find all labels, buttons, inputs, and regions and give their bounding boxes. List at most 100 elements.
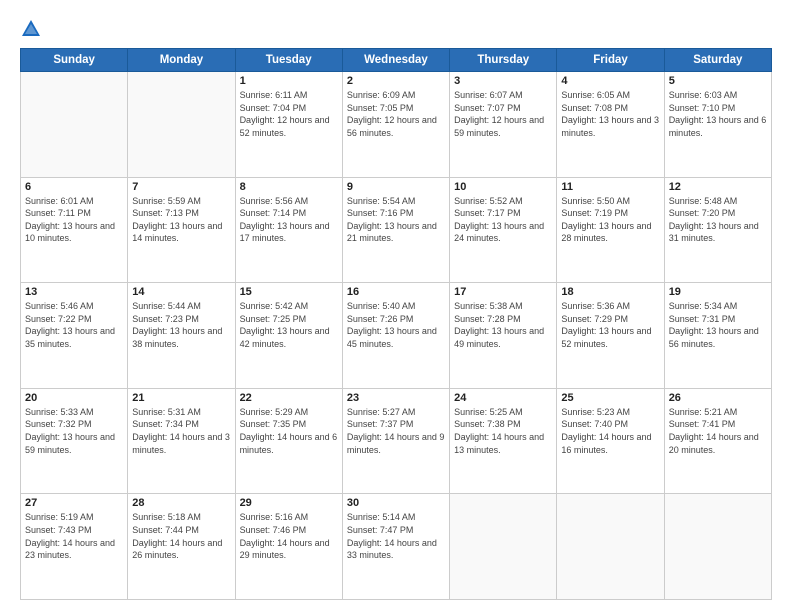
cell-info: Sunrise: 5:16 AMSunset: 7:46 PMDaylight:… [240,511,338,561]
cell-info: Sunrise: 6:07 AMSunset: 7:07 PMDaylight:… [454,89,552,139]
calendar-cell: 3 Sunrise: 6:07 AMSunset: 7:07 PMDaylight… [450,72,557,178]
calendar-week-row: 6Sunrise: 6:01 AMSunset: 7:11 PMDaylight… [21,177,772,283]
cell-info: Sunrise: 5:31 AMSunset: 7:34 PMDaylight:… [132,406,230,456]
calendar-cell [450,494,557,600]
logo-icon [20,18,42,40]
cell-info: Sunrise: 5:18 AMSunset: 7:44 PMDaylight:… [132,511,230,561]
cell-day-number: 28 [132,497,230,509]
calendar-week-row: 1Sunrise: 6:11 AMSunset: 7:04 PMDaylight… [21,72,772,178]
cell-day-number: 29 [240,497,338,509]
cell-day-number: 13 [25,286,123,298]
cell-info: Sunrise: 6:11 AMSunset: 7:04 PMDaylight:… [240,89,338,139]
calendar-day-header: Wednesday [342,49,449,72]
calendar-cell: 11Sunrise: 5:50 AMSunset: 7:19 PMDayligh… [557,177,664,283]
calendar-day-header: Tuesday [235,49,342,72]
cell-day-number: 17 [454,286,552,298]
cell-info: Sunrise: 5:52 AMSunset: 7:17 PMDaylight:… [454,195,552,245]
calendar-cell: 4 Sunrise: 6:05 AMSunset: 7:08 PMDaylight… [557,72,664,178]
calendar-cell: 15 Sunrise: 5:42 AMSunset: 7:25 PMDayligh… [235,283,342,389]
cell-info: Sunrise: 5:38 AMSunset: 7:28 PMDaylight:… [454,300,552,350]
cell-day-number: 12 [669,181,767,193]
calendar-cell: 24Sunrise: 5:25 AMSunset: 7:38 PMDayligh… [450,388,557,494]
calendar-cell: 7Sunrise: 5:59 AMSunset: 7:13 PMDaylight… [128,177,235,283]
cell-info: Sunrise: 5:21 AMSunset: 7:41 PMDaylight:… [669,406,767,456]
calendar-day-header: Friday [557,49,664,72]
cell-day-number: 2 [347,75,445,87]
cell-day-number: 6 [25,181,123,193]
cell-info: Sunrise: 5:46 AMSunset: 7:22 PMDaylight:… [25,300,123,350]
cell-info: Sunrise: 5:42 AMSunset: 7:25 PMDaylight:… [240,300,338,350]
cell-info: Sunrise: 5:48 AMSunset: 7:20 PMDaylight:… [669,195,767,245]
cell-day-number: 8 [240,181,338,193]
cell-day-number: 23 [347,392,445,404]
calendar-day-header: Sunday [21,49,128,72]
cell-day-number: 15 [240,286,338,298]
cell-info: Sunrise: 5:23 AMSunset: 7:40 PMDaylight:… [561,406,659,456]
cell-day-number: 26 [669,392,767,404]
cell-info: Sunrise: 5:33 AMSunset: 7:32 PMDaylight:… [25,406,123,456]
cell-info: Sunrise: 5:59 AMSunset: 7:13 PMDaylight:… [132,195,230,245]
cell-info: Sunrise: 6:09 AMSunset: 7:05 PMDaylight:… [347,89,445,139]
cell-info: Sunrise: 5:36 AMSunset: 7:29 PMDaylight:… [561,300,659,350]
cell-info: Sunrise: 5:19 AMSunset: 7:43 PMDaylight:… [25,511,123,561]
cell-day-number: 11 [561,181,659,193]
logo [20,18,46,40]
cell-day-number: 5 [669,75,767,87]
calendar-week-row: 27 Sunrise: 5:19 AMSunset: 7:43 PMDayligh… [21,494,772,600]
header [20,18,772,40]
calendar-cell: 27 Sunrise: 5:19 AMSunset: 7:43 PMDayligh… [21,494,128,600]
page: SundayMondayTuesdayWednesdayThursdayFrid… [0,0,792,612]
calendar-cell: 26 Sunrise: 5:21 AMSunset: 7:41 PMDayligh… [664,388,771,494]
cell-info: Sunrise: 5:29 AMSunset: 7:35 PMDaylight:… [240,406,338,456]
calendar-cell: 20 Sunrise: 5:33 AMSunset: 7:32 PMDayligh… [21,388,128,494]
calendar-day-header: Saturday [664,49,771,72]
cell-day-number: 20 [25,392,123,404]
calendar-cell: 17 Sunrise: 5:38 AMSunset: 7:28 PMDayligh… [450,283,557,389]
cell-day-number: 3 [454,75,552,87]
calendar-cell: 28 Sunrise: 5:18 AMSunset: 7:44 PMDayligh… [128,494,235,600]
cell-info: Sunrise: 5:44 AMSunset: 7:23 PMDaylight:… [132,300,230,350]
calendar-cell: 18 Sunrise: 5:36 AMSunset: 7:29 PMDayligh… [557,283,664,389]
calendar-cell: 22 Sunrise: 5:29 AMSunset: 7:35 PMDayligh… [235,388,342,494]
calendar-cell [557,494,664,600]
calendar-cell: 10 Sunrise: 5:52 AMSunset: 7:17 PMDayligh… [450,177,557,283]
cell-info: Sunrise: 5:27 AMSunset: 7:37 PMDaylight:… [347,406,445,456]
calendar-week-row: 20 Sunrise: 5:33 AMSunset: 7:32 PMDayligh… [21,388,772,494]
cell-day-number: 27 [25,497,123,509]
calendar-cell [21,72,128,178]
cell-info: Sunrise: 5:34 AMSunset: 7:31 PMDaylight:… [669,300,767,350]
calendar-cell: 6Sunrise: 6:01 AMSunset: 7:11 PMDaylight… [21,177,128,283]
calendar-cell: 8 Sunrise: 5:56 AMSunset: 7:14 PMDaylight… [235,177,342,283]
cell-info: Sunrise: 5:54 AMSunset: 7:16 PMDaylight:… [347,195,445,245]
cell-info: Sunrise: 5:40 AMSunset: 7:26 PMDaylight:… [347,300,445,350]
cell-day-number: 30 [347,497,445,509]
calendar-cell: 29 Sunrise: 5:16 AMSunset: 7:46 PMDayligh… [235,494,342,600]
calendar-table: SundayMondayTuesdayWednesdayThursdayFrid… [20,48,772,600]
calendar-cell: 2 Sunrise: 6:09 AMSunset: 7:05 PMDaylight… [342,72,449,178]
calendar-cell [128,72,235,178]
calendar-cell: 12 Sunrise: 5:48 AMSunset: 7:20 PMDayligh… [664,177,771,283]
cell-day-number: 4 [561,75,659,87]
calendar-cell [664,494,771,600]
cell-info: Sunrise: 6:03 AMSunset: 7:10 PMDaylight:… [669,89,767,139]
cell-day-number: 22 [240,392,338,404]
cell-info: Sunrise: 5:14 AMSunset: 7:47 PMDaylight:… [347,511,445,561]
calendar-cell: 21Sunrise: 5:31 AMSunset: 7:34 PMDayligh… [128,388,235,494]
cell-day-number: 10 [454,181,552,193]
cell-day-number: 19 [669,286,767,298]
calendar-cell: 23 Sunrise: 5:27 AMSunset: 7:37 PMDayligh… [342,388,449,494]
calendar-cell: 9Sunrise: 5:54 AMSunset: 7:16 PMDaylight… [342,177,449,283]
calendar-header-row: SundayMondayTuesdayWednesdayThursdayFrid… [21,49,772,72]
calendar-day-header: Thursday [450,49,557,72]
cell-day-number: 25 [561,392,659,404]
cell-day-number: 18 [561,286,659,298]
calendar-cell: 1Sunrise: 6:11 AMSunset: 7:04 PMDaylight… [235,72,342,178]
cell-info: Sunrise: 6:05 AMSunset: 7:08 PMDaylight:… [561,89,659,139]
cell-day-number: 16 [347,286,445,298]
cell-info: Sunrise: 5:56 AMSunset: 7:14 PMDaylight:… [240,195,338,245]
calendar-cell: 5 Sunrise: 6:03 AMSunset: 7:10 PMDaylight… [664,72,771,178]
calendar-cell: 19 Sunrise: 5:34 AMSunset: 7:31 PMDayligh… [664,283,771,389]
calendar-week-row: 13 Sunrise: 5:46 AMSunset: 7:22 PMDayligh… [21,283,772,389]
cell-day-number: 14 [132,286,230,298]
calendar-cell: 16 Sunrise: 5:40 AMSunset: 7:26 PMDayligh… [342,283,449,389]
